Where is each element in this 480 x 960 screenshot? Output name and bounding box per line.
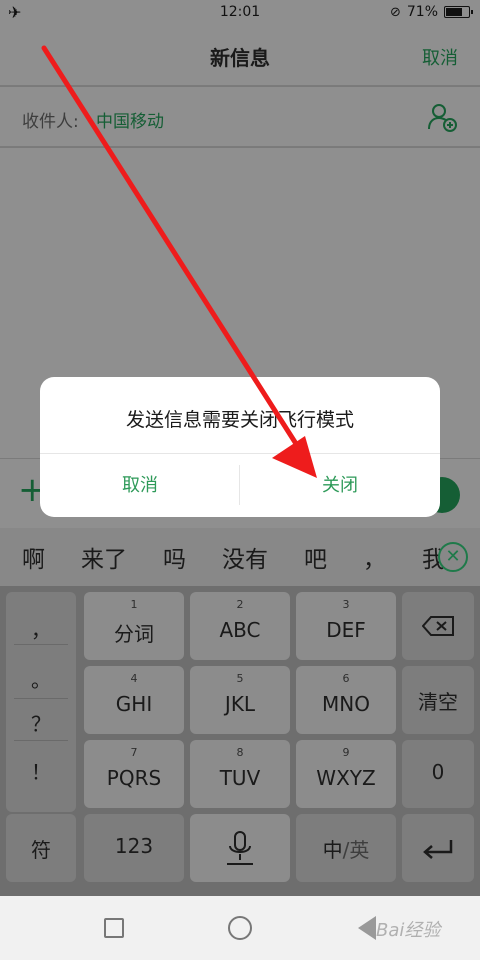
punct-key-question[interactable]: ？ (6, 708, 76, 737)
recent-apps-icon[interactable] (104, 918, 124, 938)
symbol-key[interactable]: 符 (6, 814, 76, 882)
enter-icon (423, 840, 453, 859)
key-1[interactable]: 1 分词 (84, 592, 184, 660)
voice-input-key[interactable] (190, 814, 290, 882)
punctuation-column: ， 。 ？ ！ (6, 592, 76, 812)
no-sim-icon: ⊘ (389, 4, 401, 20)
airplane-mode-dialog: 发送信息需要关闭飞行模式 取消 关闭 (40, 377, 440, 517)
battery-icon (444, 6, 473, 18)
backspace-icon (422, 616, 454, 636)
recipient-value[interactable]: 中国移动 (96, 107, 164, 132)
candidate-word[interactable]: 吗 (163, 540, 186, 574)
candidate-word[interactable]: 吧 (304, 540, 327, 574)
dialog-message: 发送信息需要关闭飞行模式 (125, 409, 354, 431)
key-6[interactable]: 6 MNO (296, 666, 396, 734)
close-candidates-icon[interactable]: ✕ (438, 542, 468, 572)
zero-key[interactable]: 0 (402, 740, 474, 808)
number-mode-key[interactable]: 123 (84, 814, 184, 882)
punct-key-period[interactable]: 。 (6, 664, 76, 693)
status-right: ⊘ 71% (389, 4, 473, 20)
lang-zh: 中 (322, 838, 343, 862)
key-7[interactable]: 7 PQRS (84, 740, 184, 808)
enter-key[interactable] (402, 814, 474, 882)
punct-key-comma[interactable]: ， (6, 614, 76, 643)
header: 新信息 取消 (0, 26, 480, 86)
key-9[interactable]: 9 WXYZ (296, 740, 396, 808)
lang-en: 英 (349, 838, 370, 862)
backspace-key[interactable] (402, 592, 474, 660)
candidate-word[interactable]: 啊 (22, 540, 45, 574)
battery-percent: 71% (406, 4, 438, 20)
candidate-word[interactable]: 来了 (81, 540, 127, 574)
recipient-row: 收件人: 中国移动 (0, 87, 480, 147)
recipient-label: 收件人: (22, 112, 79, 132)
watermark: Bai经验 (376, 920, 441, 941)
key-2[interactable]: 2 ABC (190, 592, 290, 660)
candidate-word[interactable]: 没有 (222, 540, 268, 574)
punct-key-exclaim[interactable]: ！ (6, 756, 76, 785)
back-icon[interactable] (358, 916, 376, 940)
navigation-bar: Bai经验 (0, 896, 480, 960)
add-contact-icon[interactable] (426, 101, 458, 133)
language-switch-key[interactable]: 中/英 (296, 814, 396, 882)
candidate-bar: 啊 来了 吗 没有 吧 ， 我 ✕ (0, 528, 480, 586)
status-bar: ✈ 12:01 ⊘ 71% (0, 0, 480, 26)
dialog-cancel-button[interactable]: 取消 (40, 454, 240, 517)
page-title: 新信息 (210, 46, 270, 70)
microphone-icon (227, 831, 253, 865)
key-8[interactable]: 8 TUV (190, 740, 290, 808)
dialog-close-button[interactable]: 关闭 (240, 454, 440, 517)
key-4[interactable]: 4 GHI (84, 666, 184, 734)
header-cancel-button[interactable]: 取消 (422, 44, 458, 70)
key-5[interactable]: 5 JKL (190, 666, 290, 734)
clear-key[interactable]: 清空 (402, 666, 474, 734)
home-icon[interactable] (228, 916, 252, 940)
keyboard: ， 。 ？ ！ 1 分词 2 ABC 3 DEF 4 GHI 5 JKL 6 M… (0, 586, 480, 896)
key-3[interactable]: 3 DEF (296, 592, 396, 660)
candidate-word[interactable]: ， (363, 540, 386, 574)
